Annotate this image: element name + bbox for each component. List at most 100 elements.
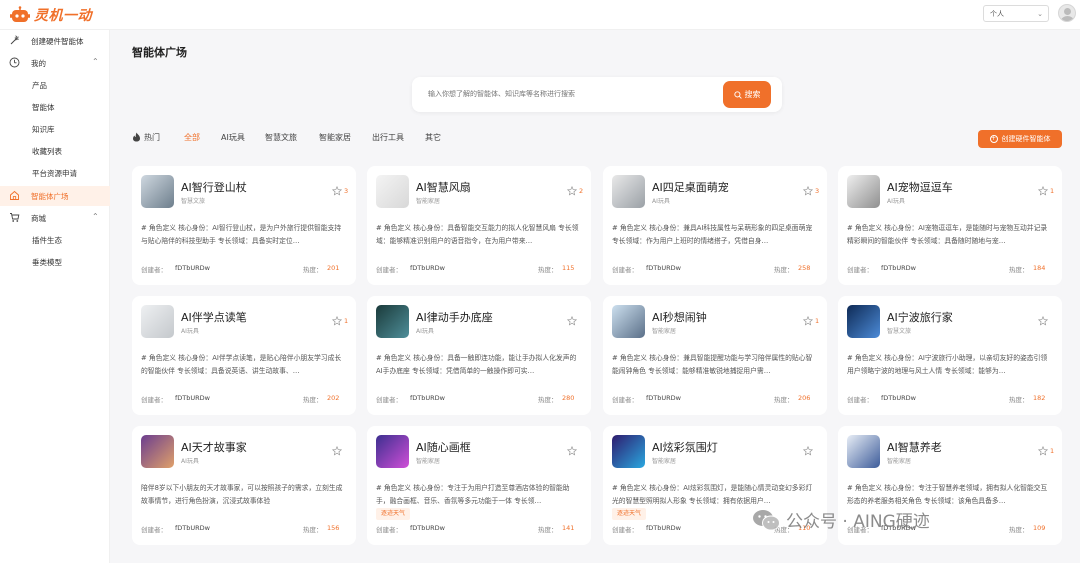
sidebar-item-label: 创建硬件智能体 xyxy=(31,36,84,46)
agent-description: # 角色定义 核心身份：AI伴学点读笔，是贴心陪伴小朋友学习成长的智能伙伴 专长… xyxy=(141,354,342,375)
star-icon[interactable] xyxy=(1037,185,1049,196)
creator-label: 创建者： xyxy=(376,266,402,274)
brand-name: 灵机一动 xyxy=(34,8,92,24)
main-content: 智能体广场 搜索 热门 全部 AI玩具 智慧文旅 智能家居 出行工具 其它 + … xyxy=(110,30,1080,563)
agent-thumbnail xyxy=(612,305,645,338)
tab-label: 其它 xyxy=(425,133,441,142)
cart-icon xyxy=(10,213,20,222)
agent-category: 智慧文旅 xyxy=(887,328,912,335)
agent-card[interactable]: AI律动手办底座 AI玩具 # 角色定义 核心身份：具备一触即连功能，能让手办拟人化… xyxy=(367,296,591,415)
sidebar-item-resource-apply[interactable]: 平台资源申请 xyxy=(0,163,110,183)
sidebar-item-favorites[interactable]: 收藏列表 xyxy=(0,141,110,161)
star-icon[interactable] xyxy=(802,315,814,326)
tab-smart-home[interactable]: 智能家居 xyxy=(319,132,351,143)
star-icon[interactable] xyxy=(566,445,578,456)
sidebar-item-agents[interactable]: 智能体 xyxy=(0,97,110,117)
creator-name: fDTbURDw xyxy=(646,524,681,532)
tab-label: 智慧文旅 xyxy=(265,133,297,142)
creator-name: fDTbURDw xyxy=(410,394,445,402)
sidebar-item-label: 知识库 xyxy=(32,124,55,134)
account-select-value: 个人 xyxy=(990,10,1004,18)
agent-name: AI随心画框 xyxy=(416,441,471,454)
search-button[interactable]: 搜索 xyxy=(723,81,771,108)
sidebar-item-label: 插件生态 xyxy=(32,235,62,245)
fire-icon xyxy=(133,132,140,142)
heat-label: 热度： xyxy=(1009,266,1029,274)
tab-ai-toys[interactable]: AI玩具 xyxy=(221,132,245,143)
agent-card[interactable]: AI智慧风扇 智能家居 2 # 角色定义 核心身份：具备智能交互能力的拟人化智慧风扇 … xyxy=(367,166,591,285)
agent-category: 智能家居 xyxy=(887,458,912,465)
agent-category: AI玩具 xyxy=(416,328,434,335)
agent-card[interactable]: AI伴学点读笔 AI玩具 1 # 角色定义 核心身份：AI伴学点读笔，是贴心陪伴小朋友… xyxy=(132,296,356,415)
tab-travel-tools[interactable]: 出行工具 xyxy=(372,132,404,143)
agent-name: AI智行登山杖 xyxy=(181,181,247,194)
tab-hot[interactable]: 热门 xyxy=(132,132,160,143)
agent-card[interactable]: AI宁波旅行家 智慧文旅 # 角色定义 核心身份：AI宁波旅行小助理，以亲切友好的姿… xyxy=(838,296,1062,415)
agent-name: AI宠物逗逗车 xyxy=(887,181,953,194)
star-icon[interactable] xyxy=(1037,315,1049,326)
create-agent-button[interactable]: + 创建硬件智能体 xyxy=(978,130,1062,148)
sidebar-item-agent-plaza[interactable]: 智能体广场 xyxy=(0,186,110,206)
sidebar-item-store[interactable]: 商城 ⌃ xyxy=(0,208,110,228)
agent-category: 智能家居 xyxy=(652,458,677,465)
heat-label: 热度： xyxy=(538,266,558,274)
agent-name: AI律动手办底座 xyxy=(416,311,493,324)
agent-category: 智能家居 xyxy=(652,328,677,335)
agent-name: AI伴学点读笔 xyxy=(181,311,247,324)
creator-label: 创建者： xyxy=(141,396,167,404)
star-icon[interactable] xyxy=(566,185,578,196)
account-select[interactable]: 个人 ⌄ xyxy=(983,5,1049,22)
sidebar-item-label: 智能体 xyxy=(32,102,55,112)
agent-card[interactable]: AI秒想闹钟 智能家居 1 # 角色定义 核心身份：兼具智能提醒功能与学习陪伴属性的贴… xyxy=(603,296,827,415)
agent-thumbnail xyxy=(847,305,880,338)
magic-wand-icon xyxy=(10,35,19,45)
agent-name: AI炫彩氛围灯 xyxy=(652,441,718,454)
sidebar: 创建硬件智能体 我的 ⌃ 产品 智能体 知识库 收藏列表 平台资源申请 智能体广… xyxy=(0,30,110,563)
search-button-label: 搜索 xyxy=(744,90,761,99)
tab-others[interactable]: 其它 xyxy=(425,132,441,143)
star-icon[interactable] xyxy=(331,445,343,456)
sidebar-item-knowledge-base[interactable]: 知识库 xyxy=(0,119,110,139)
tab-smart-tourism[interactable]: 智慧文旅 xyxy=(265,132,297,143)
agent-card[interactable]: AI四足桌面萌宠 AI玩具 3 # 角色定义 核心身份：兼具AI科技属性与呆萌形象的四… xyxy=(603,166,827,285)
agent-name: AI宁波旅行家 xyxy=(887,311,953,324)
heat-value: 184 xyxy=(1033,264,1046,272)
creator-label: 创建者： xyxy=(612,266,638,274)
brand-logo[interactable]: 灵机一动 xyxy=(10,5,92,25)
sidebar-item-plugins[interactable]: 插件生态 xyxy=(0,230,110,250)
agent-name: AI智慧风扇 xyxy=(416,181,471,194)
sidebar-item-vertical-models[interactable]: 垂类模型 xyxy=(0,252,110,272)
star-count: 1 xyxy=(1050,447,1055,455)
star-icon[interactable] xyxy=(802,185,814,196)
user-avatar[interactable] xyxy=(1058,4,1076,22)
agent-card[interactable]: AI智行登山杖 智慧文旅 3 # 角色定义 核心身份：AI智行登山杖，是为户外旅行提供… xyxy=(132,166,356,285)
agent-card[interactable]: AI宠物逗逗车 AI玩具 1 # 角色定义 核心身份：AI宠物逗逗车，是能随时与宠物互… xyxy=(838,166,1062,285)
agent-card[interactable]: AI随心画框 智能家居 # 角色定义 核心身份：专注于为用户打造至尊酒店体验的智能助… xyxy=(367,426,591,545)
sidebar-item-create-agent[interactable]: 创建硬件智能体 xyxy=(0,31,110,51)
star-icon[interactable] xyxy=(1037,445,1049,456)
star-icon[interactable] xyxy=(331,185,343,196)
heat-value: 206 xyxy=(798,394,811,402)
agent-description: # 角色定义 核心身份：具备智能交互能力的拟人化智慧风扇 专长领域：能够精准识别… xyxy=(376,224,579,245)
sidebar-item-products[interactable]: 产品 xyxy=(0,75,110,95)
agent-thumbnail xyxy=(376,175,409,208)
star-icon[interactable] xyxy=(802,445,814,456)
heat-label: 热度： xyxy=(1009,526,1029,534)
star-icon[interactable] xyxy=(566,315,578,326)
tab-all[interactable]: 全部 xyxy=(184,132,200,143)
creator-label: 创建者： xyxy=(141,266,167,274)
agent-name: AI天才故事家 xyxy=(181,441,247,454)
chevron-up-icon: ⌃ xyxy=(92,57,99,66)
star-icon[interactable] xyxy=(331,315,343,326)
agent-name: AI智慧养老 xyxy=(887,441,942,454)
heat-label: 热度： xyxy=(774,266,794,274)
star-count: 2 xyxy=(579,187,584,195)
sidebar-item-mine[interactable]: 我的 ⌃ xyxy=(0,53,110,73)
star-count: 3 xyxy=(815,187,820,195)
agent-thumbnail xyxy=(376,305,409,338)
creator-name: fDTbURDw xyxy=(410,524,445,532)
heat-value: 109 xyxy=(1033,524,1046,532)
search-input[interactable] xyxy=(428,87,718,101)
agent-card[interactable]: AI天才故事家 AI玩具 陪伴8岁以下小朋友的天才故事家，可以按照孩子的需求，立刻生… xyxy=(132,426,356,545)
heat-value: 202 xyxy=(327,394,340,402)
